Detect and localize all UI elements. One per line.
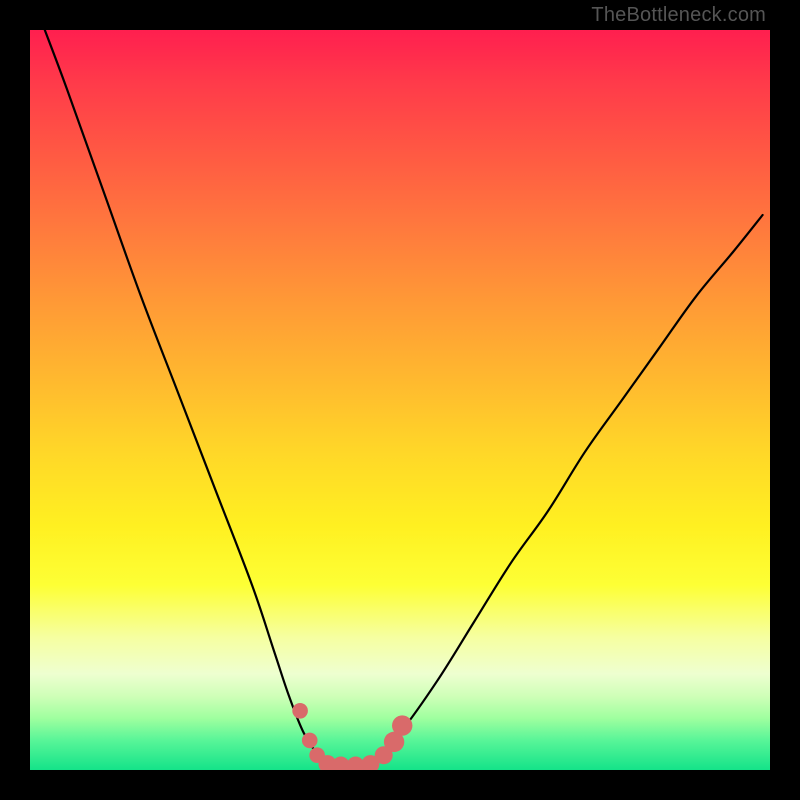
marker-dot (302, 733, 318, 749)
marker-dot (392, 715, 412, 735)
plot-area (30, 30, 770, 770)
flat-bottom-markers (292, 703, 412, 770)
bottleneck-curve (45, 30, 763, 767)
curve-layer (30, 30, 770, 770)
chart-frame: TheBottleneck.com (0, 0, 800, 800)
marker-dot (292, 703, 308, 719)
watermark-text: TheBottleneck.com (591, 4, 766, 27)
